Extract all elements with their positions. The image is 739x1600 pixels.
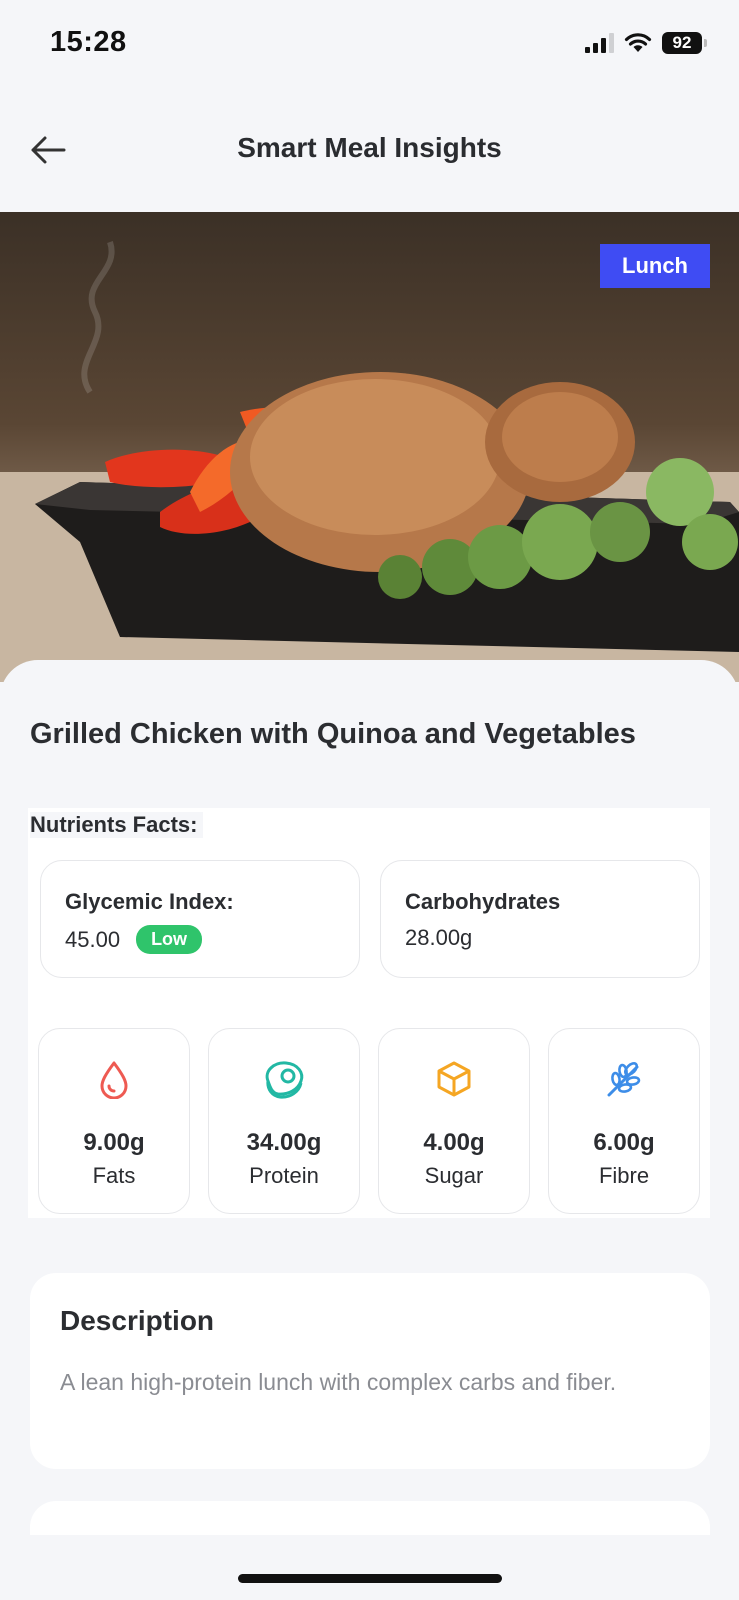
fibre-amount: 6.00g: [593, 1129, 655, 1156]
nutrient-card-fats: 9.00g Fats: [38, 1028, 190, 1214]
content-sheet: Grilled Chicken with Quinoa and Vegetabl…: [0, 660, 739, 1600]
signal-icon: [585, 33, 614, 53]
glycemic-index-value-row: 45.00 Low: [65, 925, 203, 954]
carbohydrates-card: Carbohydrates 28.00g: [380, 860, 700, 978]
protein-label: Protein: [249, 1163, 319, 1188]
bottom-safe-area: [0, 1535, 739, 1600]
battery-icon: 92: [662, 32, 707, 54]
sugar-amount: 4.00g: [423, 1129, 485, 1156]
description-text: A lean high-protein lunch with complex c…: [60, 1369, 617, 1395]
status-time: 15:28: [50, 26, 127, 58]
cube-icon: [437, 1061, 471, 1097]
meat-icon: [265, 1061, 304, 1099]
fats-amount: 9.00g: [83, 1129, 145, 1156]
protein-amount: 34.00g: [246, 1129, 322, 1156]
meal-type-badge: Lunch: [600, 244, 710, 288]
status-bar: 15:28 92: [0, 0, 739, 90]
wheat-icon: [607, 1061, 641, 1097]
meal-photo: Lunch: [0, 212, 739, 682]
nutrients-section: Nutrients Facts: Glycemic Index: 45.00 L…: [28, 808, 710, 1218]
nutrient-card-protein: 34.00g Protein: [208, 1028, 360, 1214]
meal-title: Grilled Chicken with Quinoa and Vegetabl…: [30, 718, 636, 750]
app-header: Smart Meal Insights: [0, 100, 739, 200]
description-title: Description: [60, 1305, 215, 1336]
battery-level: 92: [662, 32, 702, 54]
carbohydrates-value: 28.00g: [405, 925, 473, 950]
glycemic-index-label: Glycemic Index:: [65, 889, 234, 914]
fats-label: Fats: [92, 1163, 136, 1188]
home-indicator[interactable]: [238, 1574, 502, 1583]
nutrient-card-fibre: 6.00g Fibre: [548, 1028, 700, 1214]
nutrient-card-sugar: 4.00g Sugar: [378, 1028, 530, 1214]
drop-icon: [100, 1061, 128, 1099]
carbohydrates-label: Carbohydrates: [405, 889, 561, 914]
glycemic-index-value: 45.00: [65, 926, 121, 952]
description-card: Description A lean high-protein lunch wi…: [30, 1273, 710, 1469]
fibre-label: Fibre: [598, 1163, 650, 1188]
status-icons: 92: [585, 32, 707, 54]
sugar-label: Sugar: [424, 1163, 484, 1188]
page-title: Smart Meal Insights: [237, 132, 502, 163]
glycemic-index-card: Glycemic Index: 45.00 Low: [40, 860, 360, 978]
nutrients-heading: Nutrients Facts:: [30, 812, 204, 838]
glycemic-level-badge: Low: [136, 925, 203, 954]
wifi-icon: [624, 33, 652, 52]
